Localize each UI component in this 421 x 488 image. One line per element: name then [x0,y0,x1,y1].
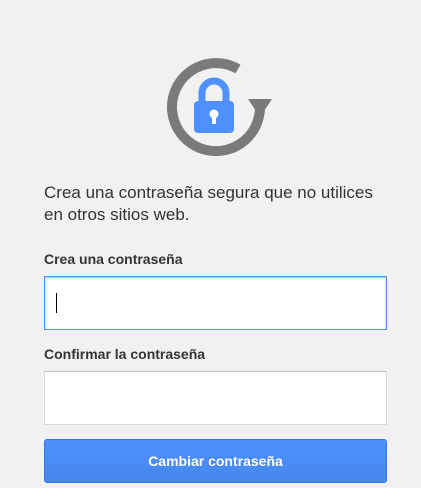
password-change-page: Crea una contraseña segura que no utilic… [0,0,421,488]
change-password-button[interactable]: Cambiar contraseña [44,439,387,483]
new-password-label: Crea una contraseña [44,251,183,267]
lock-refresh-icon [167,58,272,157]
confirm-password-input[interactable] [44,371,387,425]
confirm-password-label: Confirmar la contraseña [44,346,206,362]
text-caret [56,293,57,313]
intro-text: Crea una contraseña segura que no utilic… [44,183,373,224]
new-password-input[interactable] [44,276,387,330]
